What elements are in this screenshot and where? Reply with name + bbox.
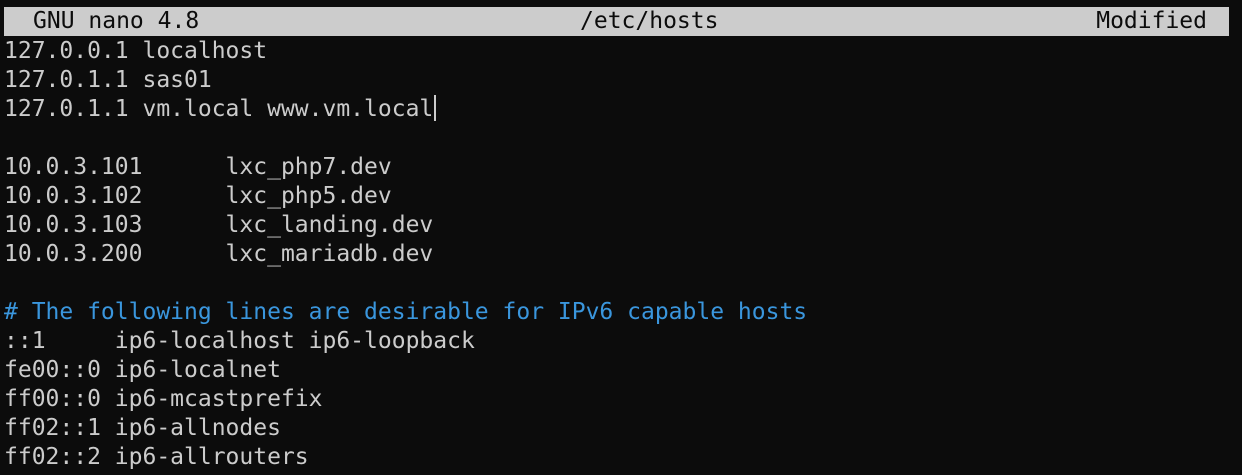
editor-line-1[interactable]: 127.0.0.1 localhost (4, 37, 1240, 66)
editor-line-6[interactable]: 10.0.3.102 lxc_php5.dev (4, 182, 1240, 211)
editor-line-3[interactable]: 127.0.1.1 vm.local www.vm.local (4, 95, 1240, 124)
editor-comment-line[interactable]: # The following lines are desirable for … (4, 298, 1240, 327)
editor-line-12[interactable]: fe00::0 ip6-localnet (4, 356, 1240, 385)
editor-line-3-text[interactable]: 127.0.1.1 vm.local www.vm.local (4, 96, 433, 122)
editor-line-13[interactable]: ff00::0 ip6-mcastprefix (4, 385, 1240, 414)
file-name: /etc/hosts (580, 8, 719, 34)
editor-line-15[interactable]: ff02::2 ip6-allrouters (4, 443, 1240, 472)
editor-line-2[interactable]: 127.0.1.1 sas01 (4, 66, 1240, 95)
editor-line-8[interactable]: 10.0.3.200 lxc_mariadb.dev (4, 240, 1240, 269)
text-editor-area[interactable]: 127.0.0.1 localhost 127.0.1.1 sas01 127.… (4, 37, 1240, 473)
editor-line-11[interactable]: ::1 ip6-localhost ip6-loopback (4, 327, 1240, 356)
text-cursor (434, 95, 437, 121)
editor-line-9[interactable] (4, 269, 1240, 298)
editor-line-14[interactable]: ff02::1 ip6-allnodes (4, 414, 1240, 443)
modified-status: Modified (1096, 8, 1207, 34)
editor-line-7[interactable]: 10.0.3.103 lxc_landing.dev (4, 211, 1240, 240)
nano-title-bar: GNU nano 4.8 /etc/hosts Modified (4, 7, 1229, 36)
editor-line-5[interactable]: 10.0.3.101 lxc_php7.dev (4, 153, 1240, 182)
editor-line-4[interactable] (4, 124, 1240, 153)
editor-version: GNU nano 4.8 (33, 8, 200, 34)
